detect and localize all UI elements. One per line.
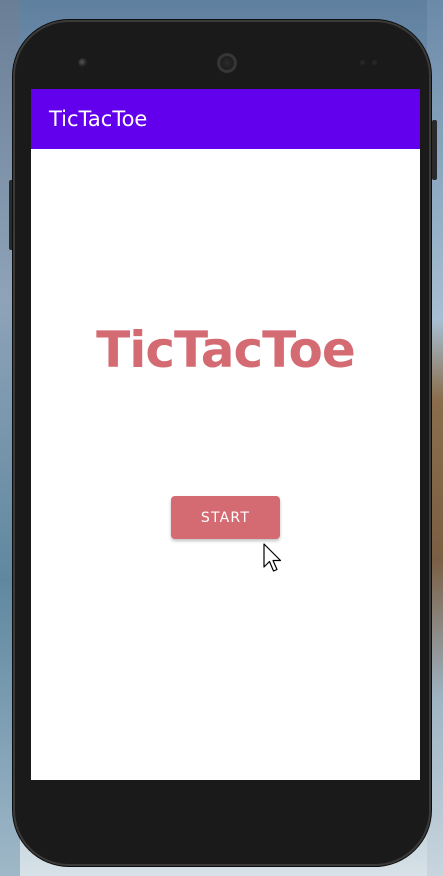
earpiece-speaker-icon [217, 53, 237, 73]
proximity-sensor-icon [360, 60, 365, 65]
light-sensor-icon [372, 60, 377, 65]
game-title: TicTacToe [96, 321, 356, 379]
start-button[interactable]: START [171, 496, 280, 539]
front-camera-icon [78, 58, 88, 68]
device-screen: TicTacToe TicTacToe START [31, 89, 420, 780]
power-button [432, 120, 437, 180]
app-bar-title: TicTacToe [49, 107, 148, 131]
main-content: TicTacToe START [31, 149, 420, 780]
app-bar: TicTacToe [31, 89, 420, 149]
